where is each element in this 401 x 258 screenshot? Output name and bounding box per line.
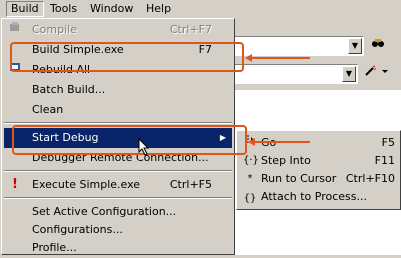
menu-window[interactable]: Window xyxy=(86,2,137,16)
toolbar-combo-2[interactable]: ▼ xyxy=(234,64,358,84)
toolbar-combo-1[interactable]: ▼ xyxy=(234,36,364,56)
menu-separator xyxy=(4,122,232,124)
menu-item-profile[interactable]: Profile... xyxy=(4,238,232,258)
wizard-icon[interactable] xyxy=(360,65,394,83)
menu-bar: Build Tools Window Help xyxy=(0,0,401,18)
menu-help[interactable]: Help xyxy=(142,2,175,16)
menu-item-clean[interactable]: Clean xyxy=(4,100,232,120)
chevron-down-icon[interactable]: ▼ xyxy=(348,38,362,54)
submenu-item-run-to-cursor[interactable]: *{} Run to Cursor Ctrl+F10 xyxy=(239,169,399,204)
execute-icon: ! xyxy=(12,177,18,192)
menu-item-batch-build[interactable]: Batch Build... xyxy=(4,80,232,100)
menu-separator xyxy=(4,170,232,172)
menu-tools[interactable]: Tools xyxy=(46,2,81,16)
menu-item-configurations[interactable]: Configurations... xyxy=(4,220,232,240)
submenu-item-step-into[interactable]: {·} Step Into F11 xyxy=(239,151,399,171)
callout-arrow-icon xyxy=(245,54,252,62)
menu-item-set-active-config[interactable]: Set Active Configuration... xyxy=(4,202,232,222)
callout-line xyxy=(255,141,310,143)
highlight-build-box xyxy=(10,42,244,72)
callout-arrow-icon xyxy=(248,138,255,146)
submenu-item-go[interactable]: Go F5 xyxy=(239,133,399,153)
highlight-start-debug-box xyxy=(12,125,247,155)
mouse-cursor-icon xyxy=(138,137,150,159)
submenu-item-attach[interactable]: Attach to Process... xyxy=(239,187,399,207)
menu-item-compile[interactable]: Compile Ctrl+F7 xyxy=(4,20,232,40)
chevron-down-icon[interactable]: ▼ xyxy=(342,66,356,82)
menu-separator xyxy=(4,197,232,199)
compile-icon xyxy=(8,20,22,40)
menu-item-execute[interactable]: ! Execute Simple.exe Ctrl+F5 xyxy=(4,175,232,195)
callout-line xyxy=(252,57,310,59)
menu-build[interactable]: Build xyxy=(6,1,44,17)
find-icon[interactable] xyxy=(368,37,388,55)
